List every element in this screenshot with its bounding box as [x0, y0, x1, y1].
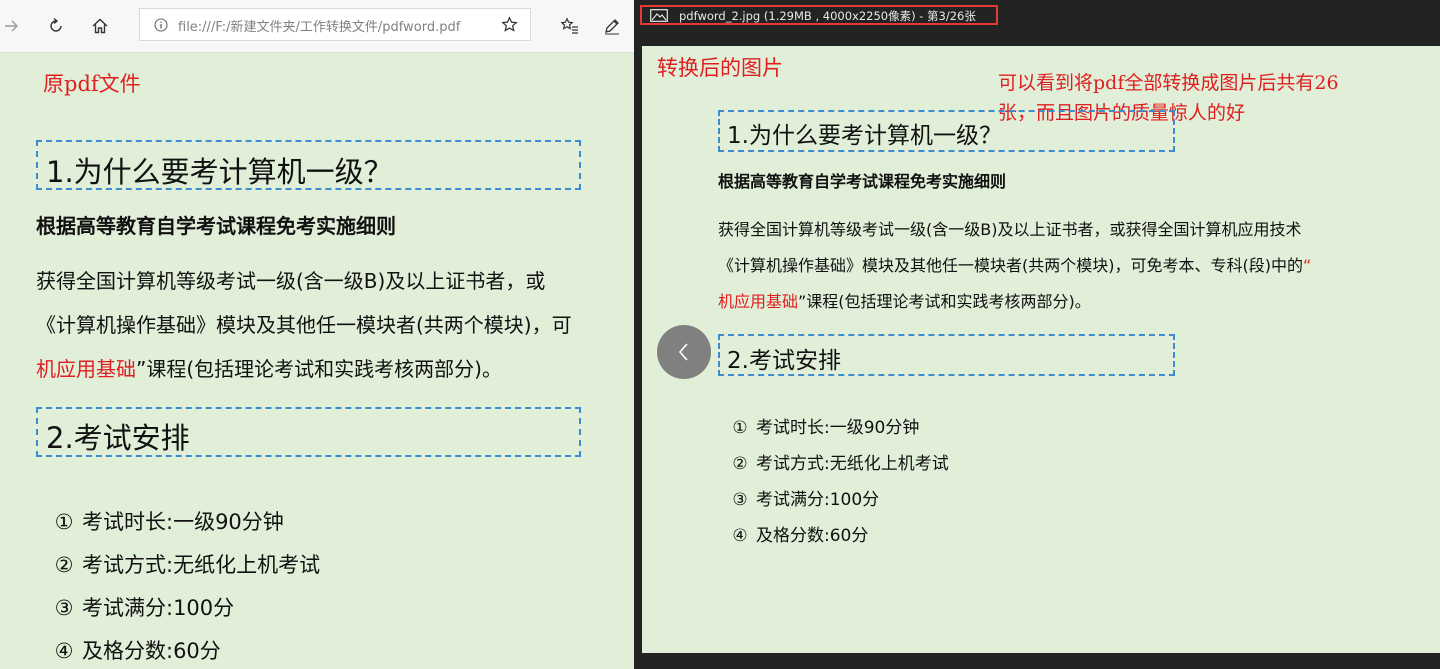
favorites-list-icon — [561, 17, 578, 34]
subheading: 根据高等教育自学考试课程免考实施细则 — [718, 172, 1007, 191]
pen-icon — [605, 19, 619, 35]
home-button[interactable] — [85, 11, 115, 41]
list-item: ② 考试方式:无纸化上机考试 — [54, 553, 321, 577]
browser-window: file:///F:/新建文件夹/工作转换文件/pdfword.pdf 原pdf… — [0, 0, 634, 669]
exam-list: ① 考试时长:一级90分钟 ② 考试方式:无纸化上机考试 ③ 考试满分:100分 ④及… — [46, 501, 321, 669]
list-item: ② 考试方式:无纸化上机考试 — [732, 454, 949, 474]
para-line2: 《计算机操作基础》模块及其他任一模块者(共两个模块)，可免考本、专科(段)中的“ — [718, 256, 1312, 275]
list-item: ① 考试时长:一级90分钟 — [732, 418, 920, 438]
refresh-icon — [50, 17, 62, 32]
viewer-titlebar: pdfword_2.jpg (1.29MB , 4000x2250像素) - 第… — [634, 0, 1440, 46]
title-highlight-box: pdfword_2.jpg (1.29MB , 4000x2250像素) - 第… — [640, 5, 998, 25]
para-line1: 获得全国计算机等级考试一级(含一级B)及以上证书者，或获得全国计算机应用技术 — [718, 220, 1302, 239]
para-line3: 机应用基础”课程(包括理论考试和实践考核两部分)。 — [36, 353, 502, 382]
para-line3-rest: ”课程(包括理论考试和实践考核两部分)。 — [136, 357, 502, 381]
favorites-button[interactable] — [555, 11, 585, 41]
image-icon — [650, 9, 668, 22]
original-pdf-note: 原pdf文件 — [43, 72, 141, 96]
back-arrow-icon — [5, 20, 18, 32]
viewer-border — [634, 46, 642, 653]
para-line2: 《计算机操作基础》模块及其他任一模块者(共两个模块)，可 — [36, 313, 572, 337]
list-item: ③ 考试满分:100分 — [732, 490, 880, 510]
image-viewer: pdfword_2.jpg (1.29MB , 4000x2250像素) - 第… — [634, 0, 1440, 669]
refresh-button[interactable] — [41, 11, 71, 41]
converted-image-note: 转换后的图片 — [657, 56, 783, 80]
viewer-bottom-bar — [634, 653, 1440, 669]
pen-button[interactable] — [597, 11, 627, 41]
heading1: 1.为什么要考计算机一级？ — [46, 155, 393, 189]
chevron-left-icon — [678, 343, 688, 361]
back-button[interactable] — [0, 11, 26, 41]
home-icon — [92, 18, 108, 34]
para-line3-red: 机应用基础 — [36, 357, 136, 381]
list-item: ③ 考试满分:100分 — [54, 596, 235, 620]
para-line1: 获得全国计算机等级考试一级(含一级B)及以上证书者，或 — [36, 269, 546, 293]
star-icon[interactable] — [501, 16, 518, 33]
para-line3: 机应用基础”课程(包括理论考试和实践考核两部分)。 — [718, 292, 1091, 311]
list-item: ④ 及格分数:60分 — [54, 639, 221, 663]
address-bar[interactable]: file:///F:/新建文件夹/工作转换文件/pdfword.pdf — [139, 8, 531, 41]
annotation-line1: 可以看到将pdf全部转换成图片后共有26 — [998, 72, 1339, 94]
subheading: 根据高等教育自学考试课程免考实施细则 — [36, 214, 396, 238]
list-item: ④ 及格分数:60分 — [732, 526, 869, 546]
pdf-document[interactable]: 原pdf文件 1.为什么要考计算机一级？ 根据高等教育自学考试课程免考实施细则 … — [0, 53, 634, 669]
previous-image-button[interactable] — [657, 325, 711, 379]
heading2: 2.考试安排 — [727, 348, 841, 374]
exam-list: ① 考试时长:一级90分钟 ② 考试方式:无纸化上机考试 ③ 考试满分:100分 ④及… — [724, 410, 949, 554]
list-item: ① 考试时长:一级90分钟 — [54, 510, 284, 534]
viewer-title: pdfword_2.jpg (1.29MB , 4000x2250像素) - 第… — [679, 9, 976, 23]
converted-image: 转换后的图片 可以看到将pdf全部转换成图片后共有26 张，而且图片的质量惊人的… — [642, 46, 1440, 653]
heading2: 2.考试安排 — [46, 421, 190, 455]
address-text: file:///F:/新建文件夹/工作转换文件/pdfword.pdf — [178, 20, 461, 35]
browser-toolbar: file:///F:/新建文件夹/工作转换文件/pdfword.pdf — [0, 0, 634, 53]
info-icon[interactable] — [154, 18, 168, 32]
heading1: 1.为什么要考计算机一级？ — [727, 123, 1002, 149]
